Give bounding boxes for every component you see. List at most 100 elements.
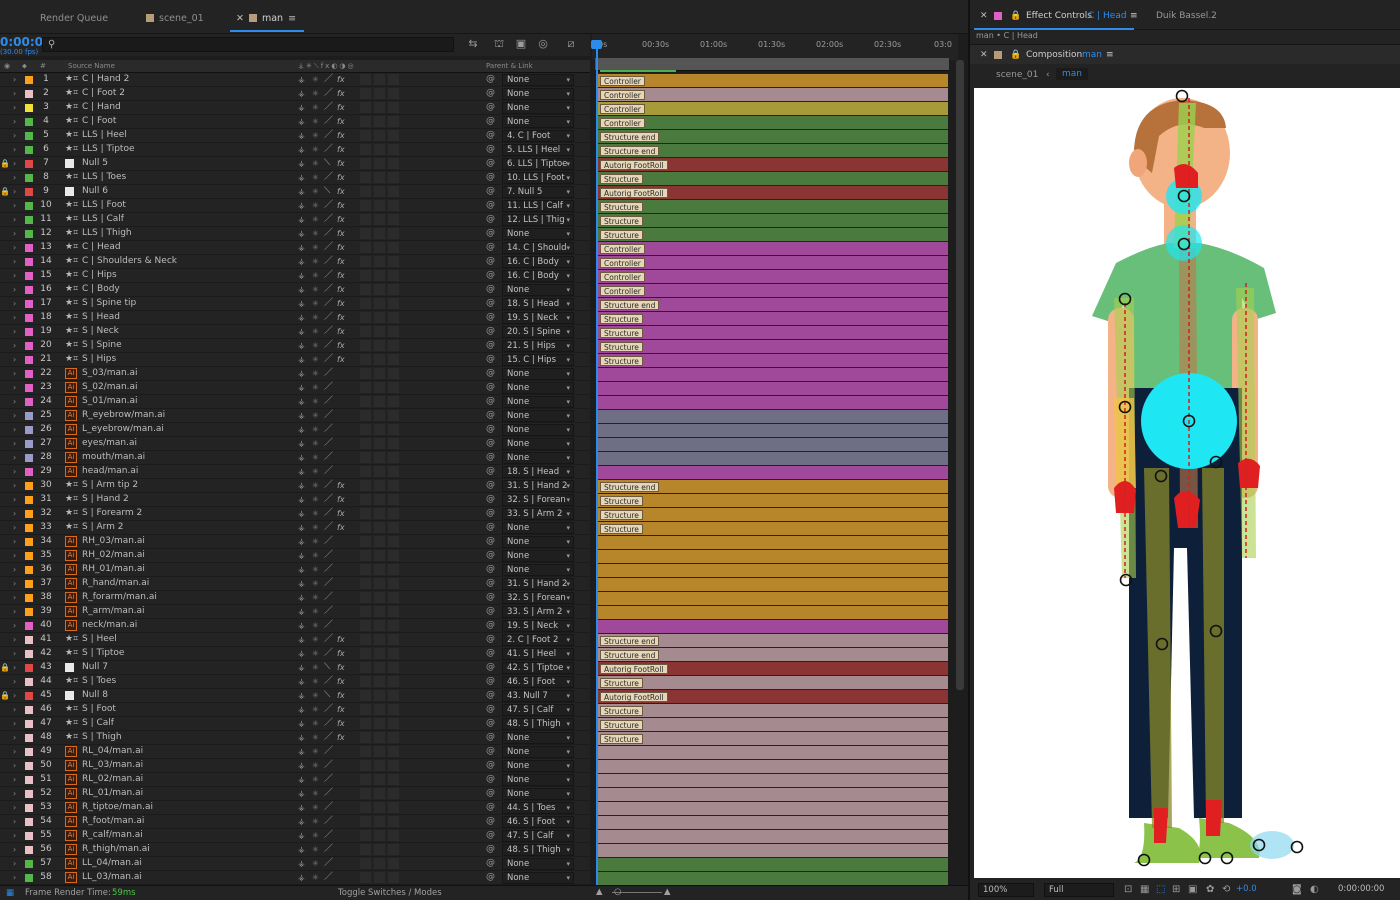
- layer-row[interactable]: › 4 ★⌗ C | Foot ⚶ ✳ ／ fx @ None ▾: [0, 115, 590, 129]
- adjustment-layer-switch[interactable]: [374, 102, 385, 113]
- shy-switch-icon[interactable]: ⚶: [298, 199, 305, 212]
- label-color-swatch[interactable]: [25, 300, 33, 308]
- effects-switch-icon[interactable]: fx: [337, 87, 345, 100]
- collapse-switch-icon[interactable]: ✳: [312, 269, 319, 282]
- layer-name[interactable]: head/man.ai: [82, 465, 138, 478]
- parent-dropdown[interactable]: None ▾: [502, 732, 574, 744]
- adjustment-layer-switch[interactable]: [374, 410, 385, 421]
- effect-controls-title[interactable]: Effect Controls: [1026, 11, 1092, 21]
- 3d-layer-switch[interactable]: [388, 522, 399, 533]
- layer-name[interactable]: Null 6: [82, 185, 108, 198]
- layer-duration-bar[interactable]: Structure end: [597, 648, 948, 661]
- pick-whip-icon[interactable]: @: [486, 339, 495, 352]
- effects-switch-icon[interactable]: fx: [337, 339, 345, 352]
- layer-duration-bar[interactable]: Structure: [597, 228, 948, 241]
- effects-switch-icon[interactable]: fx: [337, 661, 345, 674]
- 3d-layer-switch[interactable]: [388, 424, 399, 435]
- expand-arrow-icon[interactable]: ›: [13, 759, 16, 772]
- quality-switch-icon[interactable]: ／: [324, 87, 333, 100]
- parent-dropdown[interactable]: 48. S | Thigh ▾: [502, 844, 574, 856]
- layer-name[interactable]: RL_01/man.ai: [82, 787, 143, 800]
- parent-dropdown[interactable]: 4. C | Foot ▾: [502, 130, 574, 142]
- pick-whip-icon[interactable]: @: [486, 689, 495, 702]
- shy-switch-icon[interactable]: ⚶: [298, 437, 305, 450]
- layer-name[interactable]: Null 7: [82, 661, 108, 674]
- layer-duration-bar[interactable]: Controller: [597, 74, 948, 87]
- menu-icon[interactable]: ≡: [1106, 50, 1114, 60]
- layer-duration-bar[interactable]: [597, 368, 948, 381]
- layer-duration-bar[interactable]: Controller: [597, 256, 948, 269]
- shy-switch-icon[interactable]: ⚶: [298, 101, 305, 114]
- quality-switch-icon[interactable]: ／: [324, 409, 333, 422]
- layer-duration-bar[interactable]: Structure end: [597, 130, 948, 143]
- shy-switch-icon[interactable]: ⚶: [298, 619, 305, 632]
- motion-blur-switch[interactable]: [360, 508, 371, 519]
- motion-blur-switch[interactable]: [360, 368, 371, 379]
- expand-arrow-icon[interactable]: ›: [13, 199, 16, 212]
- pick-whip-icon[interactable]: @: [486, 311, 495, 324]
- adjustment-layer-switch[interactable]: [374, 424, 385, 435]
- label-color-swatch[interactable]: [25, 440, 33, 448]
- quality-switch-icon[interactable]: ／: [324, 451, 333, 464]
- layer-name[interactable]: C | Hips: [82, 269, 117, 282]
- layer-row[interactable]: › 40 Ai neck/man.ai ⚶ ✳ ／ @19. S | Neck ▾: [0, 619, 590, 633]
- parent-dropdown[interactable]: None ▾: [502, 536, 574, 548]
- label-color-swatch[interactable]: [25, 412, 33, 420]
- quality-switch-icon[interactable]: ／: [324, 745, 333, 758]
- tab-man[interactable]: ✕ man ≡: [230, 10, 305, 32]
- layer-name[interactable]: R_thigh/man.ai: [82, 843, 150, 856]
- layer-name[interactable]: C | Foot: [82, 115, 116, 128]
- label-color-swatch[interactable]: [25, 90, 33, 98]
- collapse-switch-icon[interactable]: ✳: [312, 619, 319, 632]
- motion-blur-switch[interactable]: [360, 480, 371, 491]
- adjustment-layer-switch[interactable]: [374, 298, 385, 309]
- layer-row[interactable]: › 17 ★⌗ S | Spine tip ⚶ ✳ ／ fx @18. S | Head ▾: [0, 297, 590, 311]
- 3d-layer-switch[interactable]: [388, 550, 399, 561]
- quality-switch-icon[interactable]: ／: [324, 647, 333, 660]
- adjustment-layer-switch[interactable]: [374, 872, 385, 883]
- quality-switch-icon[interactable]: ／: [324, 703, 333, 716]
- layer-name[interactable]: S | Neck: [82, 325, 119, 338]
- shy-switch-icon[interactable]: ⚶: [298, 703, 305, 716]
- 3d-layer-switch[interactable]: [388, 508, 399, 519]
- parent-dropdown[interactable]: 46. S | Foot ▾: [502, 816, 574, 828]
- 3d-layer-switch[interactable]: [388, 144, 399, 155]
- label-color-swatch[interactable]: [25, 342, 33, 350]
- quality-switch-icon[interactable]: ／: [324, 297, 333, 310]
- collapse-switch-icon[interactable]: ✳: [312, 283, 319, 296]
- parent-dropdown[interactable]: 11. LLS | Calf ▾: [502, 200, 574, 212]
- layer-name[interactable]: S | Arm 2: [82, 521, 124, 534]
- quality-switch-icon[interactable]: ／: [324, 493, 333, 506]
- layer-row[interactable]: › 19 ★⌗ S | Neck ⚶ ✳ ／ fx @20. S | Spine ▾: [0, 325, 590, 339]
- expand-arrow-icon[interactable]: ›: [13, 661, 16, 674]
- shy-switch-icon[interactable]: ⚶: [298, 157, 305, 170]
- foot-controller-icon[interactable]: [1154, 808, 1168, 843]
- parent-dropdown[interactable]: 5. LLS | Heel ▾: [502, 144, 574, 156]
- parent-dropdown[interactable]: 20. S | Spine ▾: [502, 326, 574, 338]
- layer-duration-bar[interactable]: Structure: [597, 214, 948, 227]
- quality-switch-icon[interactable]: ／: [324, 199, 333, 212]
- effects-switch-icon[interactable]: fx: [337, 507, 345, 520]
- viewer-current-time[interactable]: 0:00:00:00: [1338, 884, 1384, 894]
- quality-switch-icon[interactable]: ／: [324, 339, 333, 352]
- layer-name[interactable]: RL_02/man.ai: [82, 773, 143, 786]
- parent-dropdown[interactable]: None ▾: [502, 746, 574, 758]
- adjustment-layer-switch[interactable]: [374, 256, 385, 267]
- region-of-interest-icon[interactable]: ⊡: [1124, 884, 1132, 895]
- layer-row[interactable]: › 33 ★⌗ S | Arm 2 ⚶ ✳ ／ fx @ None ▾: [0, 521, 590, 535]
- motion-blur-switch[interactable]: [360, 620, 371, 631]
- 3d-layer-switch[interactable]: [388, 396, 399, 407]
- adjustment-layer-switch[interactable]: [374, 746, 385, 757]
- parent-dropdown[interactable]: None ▾: [502, 368, 574, 380]
- expand-arrow-icon[interactable]: ›: [13, 535, 16, 548]
- quality-switch-icon[interactable]: ⟍: [324, 661, 330, 674]
- expand-arrow-icon[interactable]: ›: [13, 563, 16, 576]
- label-color-swatch[interactable]: [25, 356, 33, 364]
- snapshot-icon[interactable]: ◙: [1292, 884, 1302, 895]
- motion-blur-switch[interactable]: [360, 144, 371, 155]
- 3d-layer-switch[interactable]: [388, 648, 399, 659]
- shy-switch-icon[interactable]: ⚶: [298, 717, 305, 730]
- layer-duration-bar[interactable]: [597, 564, 948, 577]
- label-color-swatch[interactable]: [25, 608, 33, 616]
- collapse-switch-icon[interactable]: ✳: [312, 339, 319, 352]
